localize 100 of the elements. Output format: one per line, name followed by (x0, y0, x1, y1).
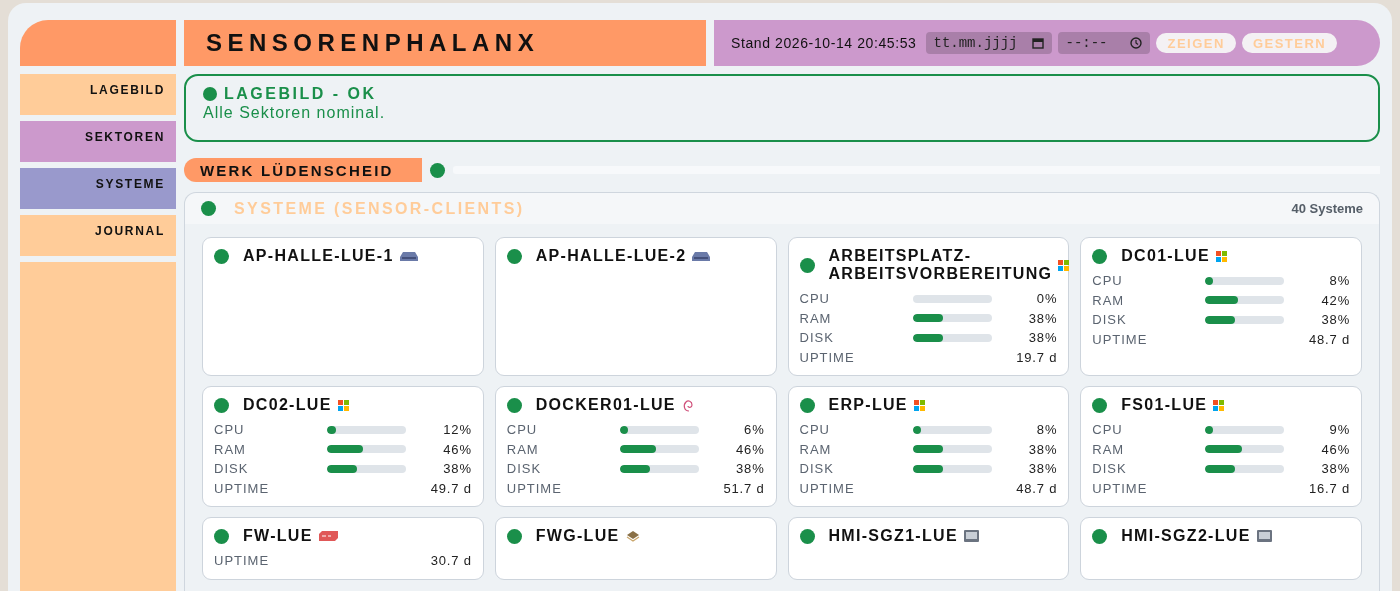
brick-wall-icon (318, 531, 338, 541)
sector-label: WERK LÜDENSCHEID (184, 158, 422, 182)
metric-value: 51.7 d (722, 480, 765, 496)
status-dot (201, 201, 216, 216)
status-dot (214, 248, 229, 264)
metric-label: CPU (1092, 273, 1124, 289)
tile-grid-icon (1213, 399, 1225, 411)
system-name: FWG-LUE (535, 527, 620, 545)
metric-label: CPU (214, 422, 246, 438)
metric-value: 38% (442, 461, 472, 477)
system-name: FW-LUE (243, 527, 313, 545)
metric-label: RAM (1092, 292, 1126, 308)
metric-label: CPU (799, 422, 831, 438)
metric-value: 46% (1320, 441, 1350, 457)
metric-value: 8% (1035, 422, 1058, 438)
system-name: ERP-LUE (828, 396, 908, 414)
tile-grid-icon (1058, 259, 1070, 271)
metric-label: DISK (799, 461, 835, 477)
metric-value: 48.7 d (1015, 480, 1058, 496)
metric-value: 30.7 d (429, 553, 472, 569)
status-dot (506, 248, 522, 264)
system-name: HMI-SGZ1-LUE (828, 527, 958, 545)
status-dot (1092, 528, 1108, 544)
metric-value: 49.7 d (429, 480, 472, 496)
sidebar-item[interactable]: LAGEBILD (20, 74, 176, 115)
time-field[interactable]: --:-- (1058, 32, 1151, 54)
banner-message: Alle Sektoren nominal. (203, 104, 387, 122)
metric-label: CPU (506, 422, 539, 438)
panel-title: SYSTEME (SENSOR-CLIENTS) (234, 199, 525, 218)
system-name: HMI-SGZ2-LUE (1121, 527, 1251, 545)
metric-label: RAM (799, 441, 833, 457)
metric-label: RAM (506, 441, 540, 457)
metric-label: DISK (1092, 461, 1128, 477)
calendar-icon (1032, 37, 1045, 49)
status-dot (506, 528, 522, 544)
metric-label: UPTIME (799, 480, 856, 496)
sidebar-item[interactable]: SEKTOREN (20, 121, 176, 162)
metric-value: 42% (1320, 292, 1350, 308)
metric-value: 46% (735, 441, 765, 457)
metric-value: 38% (1027, 310, 1058, 326)
metric-label: RAM (214, 441, 247, 457)
system-name: DC02-LUE (243, 396, 332, 414)
metric-label: UPTIME (506, 480, 563, 496)
swirl-icon (681, 398, 694, 412)
status-dot (799, 397, 815, 413)
date-field[interactable]: tt.mm.jjjj (926, 32, 1053, 54)
metric-label: RAM (799, 310, 833, 326)
metric-value: 38% (1320, 461, 1350, 477)
metric-label: DISK (506, 461, 543, 477)
metric-value: 48.7 d (1308, 331, 1350, 347)
sidebar-item[interactable]: JOURNAL (20, 215, 176, 256)
metric-value: 8% (1328, 273, 1350, 289)
status-dot (1092, 397, 1108, 413)
status-dot (506, 397, 522, 413)
metric-label: UPTIME (214, 553, 271, 569)
metric-value: 6% (743, 422, 765, 438)
metric-value: 38% (735, 461, 765, 477)
system-name: FS01-LUE (1121, 396, 1208, 414)
metric-label: DISK (214, 461, 250, 477)
status-dot (799, 528, 815, 544)
metric-value: 19.7 d (1015, 349, 1058, 365)
system-name: DOCKER01-LUE (535, 396, 676, 414)
clock-icon (1130, 37, 1143, 49)
monitor-icon (1256, 530, 1272, 542)
status-dot (203, 87, 217, 101)
sidebar-item[interactable]: SYSTEME (20, 168, 176, 209)
metric-value: 46% (442, 441, 472, 457)
app-title: SENSORENPHALANX (206, 29, 540, 57)
metric-label: UPTIME (799, 349, 856, 365)
network-device-icon (399, 251, 418, 261)
metric-label: UPTIME (1092, 480, 1149, 496)
metric-value: 38% (1027, 461, 1058, 477)
metric-label: UPTIME (1092, 331, 1149, 347)
tile-grid-icon (1215, 250, 1227, 262)
tile-grid-icon (913, 399, 925, 411)
status-dot (214, 397, 229, 413)
status-dot (799, 257, 815, 273)
timestamp: Stand 2026-10-14 20:45:53 (731, 35, 917, 51)
metric-label: CPU (1092, 422, 1124, 438)
metric-value: 38% (1027, 441, 1058, 457)
metric-value: 9% (1328, 422, 1350, 438)
system-count: 40 Systeme (1291, 201, 1363, 216)
metric-value: 16.7 d (1308, 480, 1350, 496)
tile-grid-icon (337, 399, 349, 411)
system-name: AP-HALLE-LUE-2 (535, 247, 687, 265)
status-dot (430, 162, 445, 178)
chip-icon (625, 530, 640, 542)
banner-title: LAGEBILD - OK (224, 85, 377, 103)
metric-value: 38% (1320, 312, 1350, 328)
system-name: ARBEITSPLATZ-ARBEITSVORBEREITUNG (828, 247, 1053, 283)
metric-value: 12% (442, 422, 472, 438)
metric-value: 38% (1027, 330, 1058, 346)
metric-value: 0% (1035, 291, 1058, 307)
network-device-icon (692, 251, 711, 261)
metric-label: DISK (1092, 312, 1128, 328)
metric-label: DISK (799, 330, 835, 346)
metric-label: UPTIME (214, 480, 271, 496)
monitor-icon (963, 530, 979, 542)
system-name: AP-HALLE-LUE-1 (243, 247, 394, 265)
system-name: DC01-LUE (1121, 247, 1210, 265)
